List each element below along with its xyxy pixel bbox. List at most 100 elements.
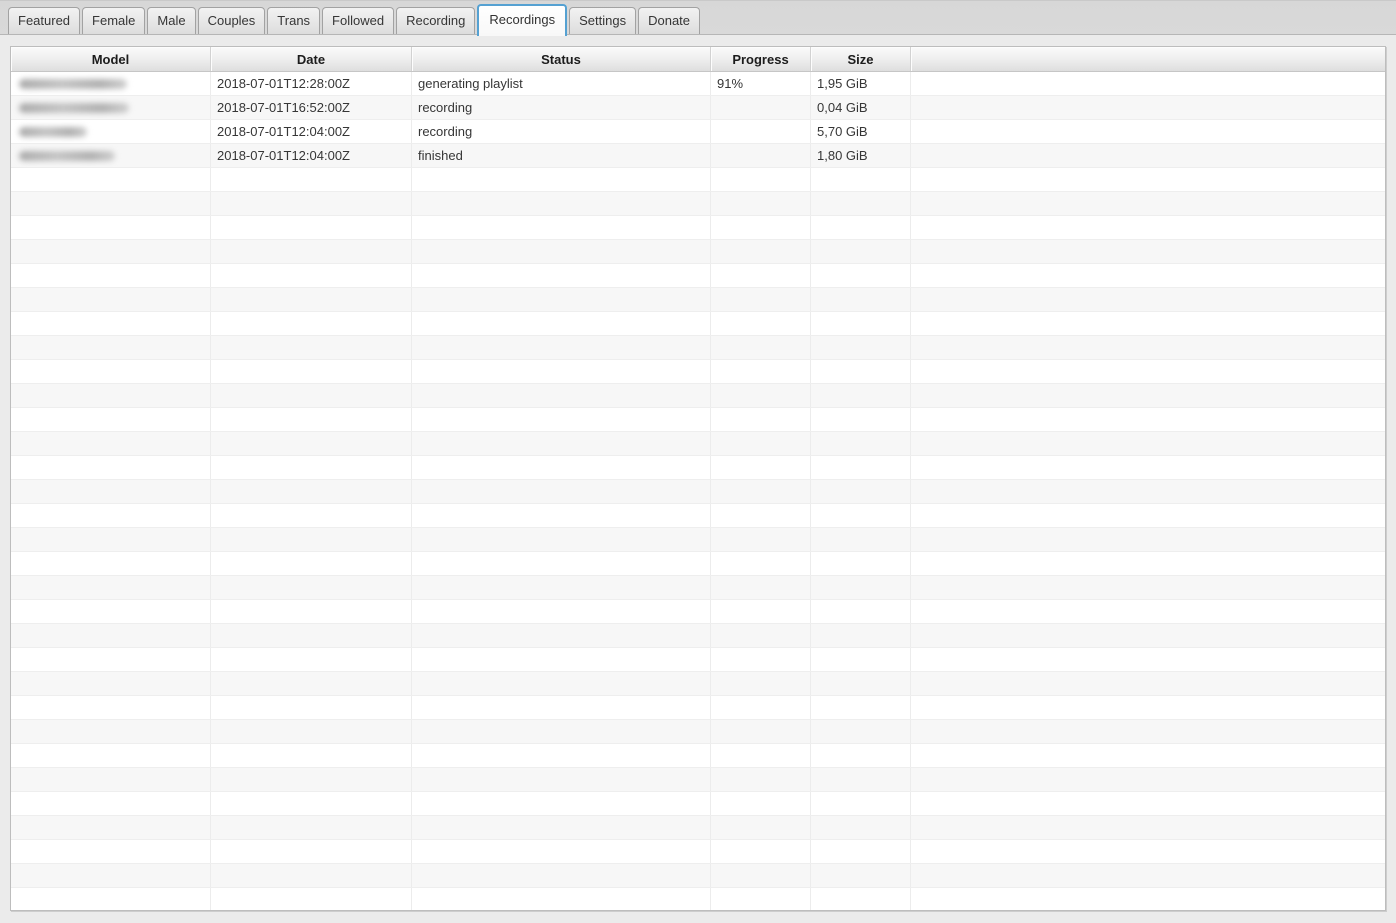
cell-empty [811,672,911,695]
cell-empty [412,408,711,431]
column-header-model[interactable]: Model [11,47,211,71]
cell-date: 2018-07-01T12:28:00Z [211,72,412,95]
cell-empty [211,888,412,911]
cell-empty [211,552,412,575]
empty-row [11,432,1385,456]
cell-extra [911,144,1385,167]
empty-row [11,408,1385,432]
cell-empty [11,816,211,839]
cell-extra [911,96,1385,119]
cell-empty [211,384,412,407]
cell-empty [811,840,911,863]
cell-empty [11,720,211,743]
empty-row [11,264,1385,288]
empty-row [11,600,1385,624]
cell-empty [211,240,412,263]
cell-empty [911,888,1385,911]
recording-row[interactable]: 2018-07-01T12:04:00Zfinished1,80 GiB [11,144,1385,168]
cell-empty [711,408,811,431]
cell-empty [11,504,211,527]
cell-empty [412,288,711,311]
tab-recordings[interactable]: Recordings [477,4,567,36]
tab-trans[interactable]: Trans [267,7,320,34]
cell-empty [811,768,911,791]
tab-bar: FeaturedFemaleMaleCouplesTransFollowedRe… [0,0,1396,35]
cell-empty [911,192,1385,215]
recording-row[interactable]: 2018-07-01T12:28:00Zgenerating playlist9… [11,72,1385,96]
cell-empty [711,792,811,815]
cell-empty [911,624,1385,647]
redacted-model-name [19,127,87,137]
tab-featured[interactable]: Featured [8,7,80,34]
tab-donate[interactable]: Donate [638,7,700,34]
tab-couples[interactable]: Couples [198,7,266,34]
cell-empty [412,168,711,191]
empty-row [11,624,1385,648]
cell-empty [412,840,711,863]
cell-extra [911,72,1385,95]
cell-empty [11,672,211,695]
empty-row [11,816,1385,840]
cell-empty [11,168,211,191]
cell-empty [211,312,412,335]
column-header-size[interactable]: Size [811,47,911,71]
empty-row [11,240,1385,264]
cell-empty [211,792,412,815]
cell-empty [11,768,211,791]
cell-empty [412,456,711,479]
empty-row [11,288,1385,312]
cell-empty [11,216,211,239]
cell-date: 2018-07-01T12:04:00Z [211,120,412,143]
cell-empty [911,264,1385,287]
tab-settings[interactable]: Settings [569,7,636,34]
cell-empty [11,888,211,911]
tab-recording[interactable]: Recording [396,7,475,34]
cell-empty [811,624,911,647]
empty-row [11,888,1385,911]
empty-row [11,312,1385,336]
cell-empty [811,888,911,911]
cell-empty [711,600,811,623]
cell-empty [11,432,211,455]
cell-empty [11,312,211,335]
column-header-status[interactable]: Status [412,47,711,71]
cell-empty [211,672,412,695]
cell-size: 1,80 GiB [811,144,911,167]
cell-empty [211,456,412,479]
cell-empty [412,720,711,743]
cell-empty [412,792,711,815]
cell-empty [811,696,911,719]
cell-empty [711,888,811,911]
empty-row [11,768,1385,792]
cell-empty [811,216,911,239]
recordings-table: ModelDateStatusProgressSize 2018-07-01T1… [10,46,1386,911]
cell-empty [211,720,412,743]
cell-empty [412,624,711,647]
column-header-date[interactable]: Date [211,47,412,71]
cell-status: generating playlist [412,72,711,95]
tab-female[interactable]: Female [82,7,145,34]
cell-empty [412,864,711,887]
cell-empty [911,864,1385,887]
cell-empty [711,504,811,527]
recording-row[interactable]: 2018-07-01T12:04:00Zrecording5,70 GiB [11,120,1385,144]
tab-male[interactable]: Male [147,7,195,34]
cell-extra [911,120,1385,143]
cell-empty [711,744,811,767]
cell-empty [711,576,811,599]
empty-row [11,648,1385,672]
cell-progress [711,120,811,143]
cell-empty [412,552,711,575]
cell-empty [811,288,911,311]
cell-empty [211,528,412,551]
table-header-row: ModelDateStatusProgressSize [11,47,1385,72]
cell-empty [911,576,1385,599]
column-header-progress[interactable]: Progress [711,47,811,71]
recording-row[interactable]: 2018-07-01T16:52:00Zrecording0,04 GiB [11,96,1385,120]
cell-empty [211,864,412,887]
cell-empty [911,648,1385,671]
cell-empty [11,600,211,623]
cell-empty [211,480,412,503]
tab-followed[interactable]: Followed [322,7,394,34]
cell-empty [11,528,211,551]
